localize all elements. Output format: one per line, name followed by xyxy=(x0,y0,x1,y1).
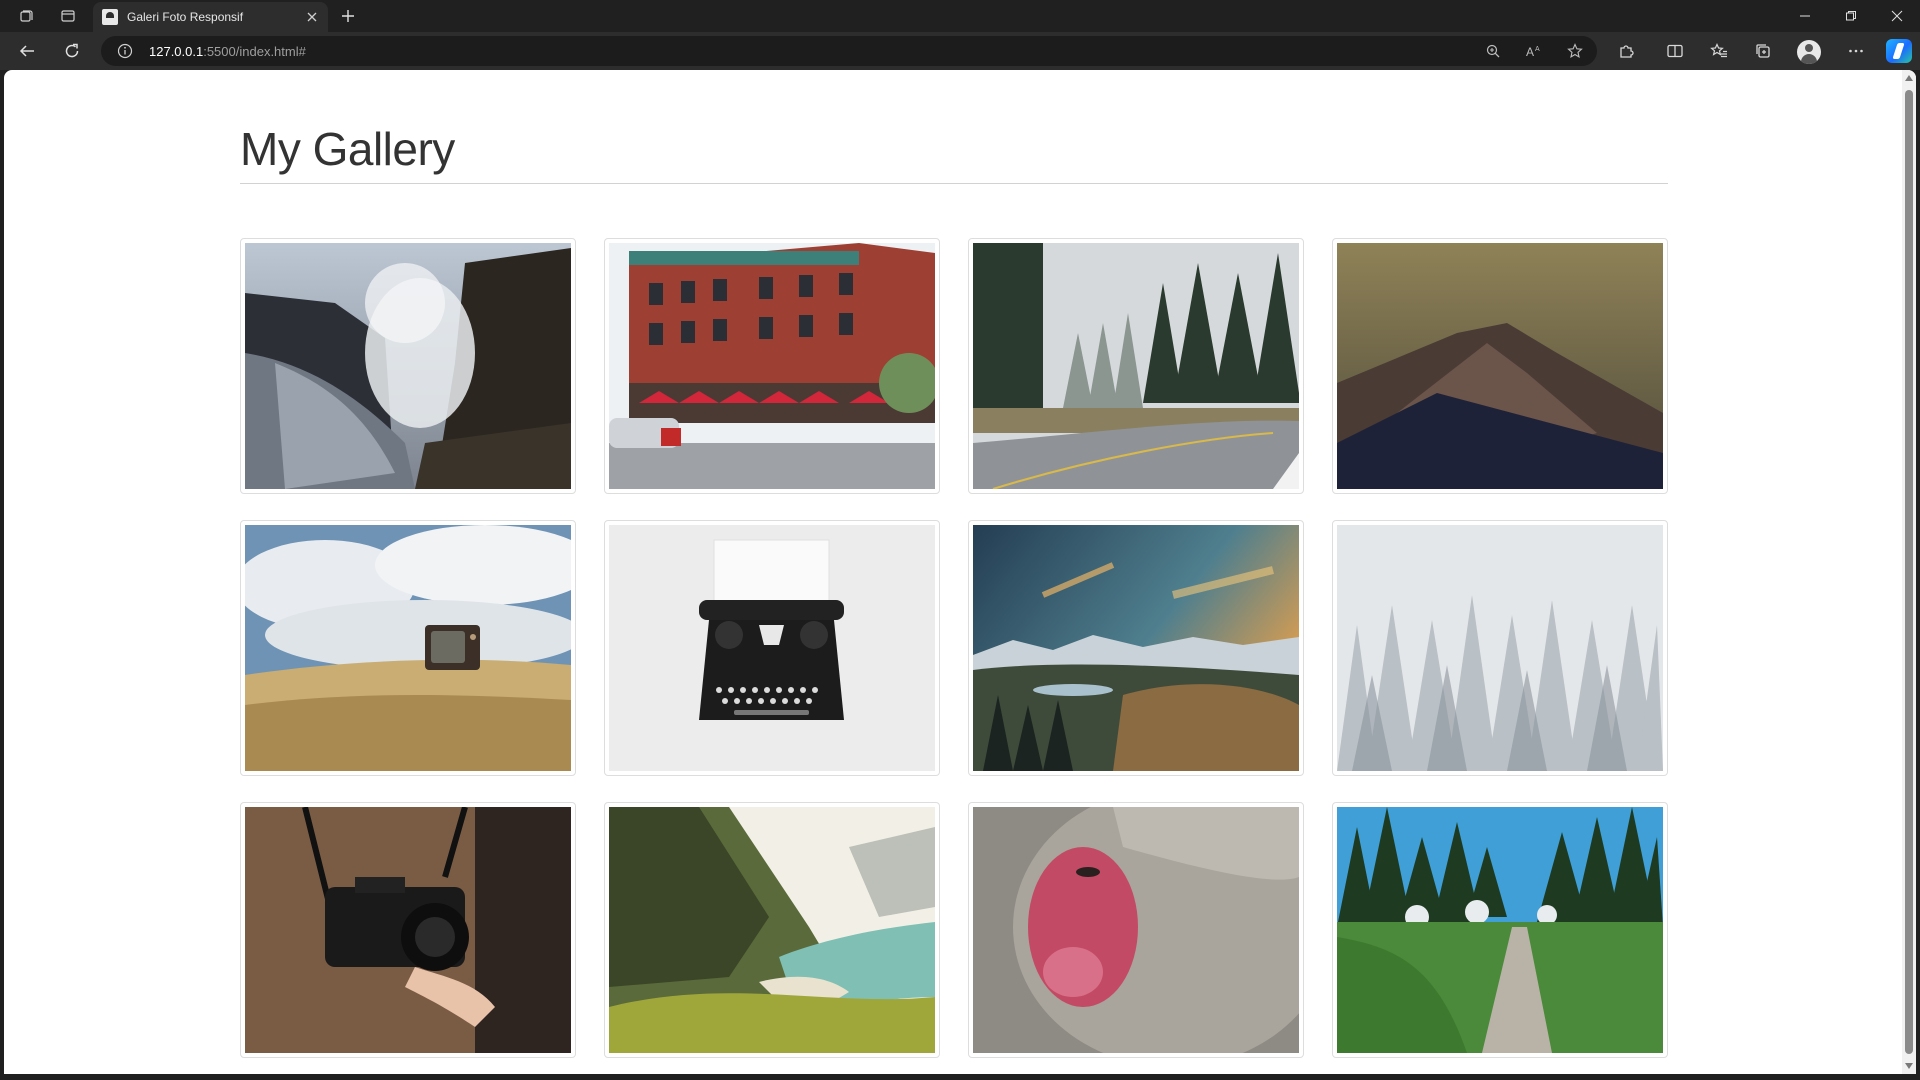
close-icon[interactable] xyxy=(304,9,320,25)
coastal-valley-beach-photo xyxy=(609,807,935,1053)
page-icon xyxy=(102,9,118,25)
gallery-image-foggy-forest-road[interactable] xyxy=(968,238,1304,494)
copilot-icon[interactable] xyxy=(1886,39,1912,63)
snow-monkey-face-photo xyxy=(973,807,1299,1053)
tab-actions-icon[interactable] xyxy=(58,6,78,26)
minimize-icon[interactable] xyxy=(1782,0,1828,32)
browser-toolbar: 127.0.0.1:5500/index.html# AA xyxy=(0,32,1920,70)
scroll-up-arrow-icon[interactable] xyxy=(1905,75,1913,81)
favorites-icon[interactable] xyxy=(1707,39,1731,63)
page-viewport: My Gallery xyxy=(4,70,1916,1074)
typewriter-photo xyxy=(609,525,935,771)
gallery-image-waterfall-mist[interactable] xyxy=(240,238,576,494)
url-text[interactable]: 127.0.0.1:5500/index.html# xyxy=(149,44,306,59)
park-path-trees-photo xyxy=(1337,807,1663,1053)
favorite-star-icon[interactable] xyxy=(1566,42,1584,60)
brick-building-cafe-photo xyxy=(609,243,935,489)
waterfall-mist-photo xyxy=(245,243,571,489)
gallery-image-typewriter[interactable] xyxy=(604,520,940,776)
active-tab[interactable]: Galeri Foto Responsif xyxy=(93,2,328,32)
read-aloud-icon[interactable]: AA xyxy=(1525,42,1543,60)
address-bar[interactable]: 127.0.0.1:5500/index.html# AA xyxy=(101,36,1597,66)
person-with-camera-photo xyxy=(245,807,571,1053)
scrollbar-thumb[interactable] xyxy=(1905,90,1913,1054)
vertical-scrollbar[interactable] xyxy=(1902,70,1916,1074)
url-path: :5500/index.html# xyxy=(203,44,306,59)
tab-title: Galeri Foto Responsif xyxy=(127,10,244,24)
svg-text:A: A xyxy=(1535,46,1540,53)
url-host: 127.0.0.1 xyxy=(149,44,204,59)
info-icon[interactable] xyxy=(117,43,133,59)
vintage-tv-on-sand-photo xyxy=(245,525,571,771)
gallery-image-snow-monkey-face[interactable] xyxy=(968,802,1304,1058)
gallery-image-snowy-forest[interactable] xyxy=(1332,520,1668,776)
gallery-image-brick-building-cafe[interactable] xyxy=(604,238,940,494)
collections-icon[interactable] xyxy=(1751,39,1775,63)
refresh-icon[interactable] xyxy=(60,39,84,63)
workspaces-icon[interactable] xyxy=(16,6,36,26)
gallery-image-person-with-camera[interactable] xyxy=(240,802,576,1058)
zoom-icon[interactable] xyxy=(1484,42,1502,60)
snowy-forest-photo xyxy=(1337,525,1663,771)
tab-strip: Galeri Foto Responsif xyxy=(0,0,1920,32)
svg-text:A: A xyxy=(1526,45,1534,59)
restore-icon[interactable] xyxy=(1828,0,1874,32)
dark-mountain-peak-photo xyxy=(1337,243,1663,489)
gallery-image-vintage-tv-on-sand[interactable] xyxy=(240,520,576,776)
profile-icon[interactable] xyxy=(1797,40,1821,64)
scroll-down-arrow-icon[interactable] xyxy=(1905,1063,1913,1069)
plus-icon[interactable] xyxy=(337,6,359,26)
gallery-image-mountain-valley-sunset[interactable] xyxy=(968,520,1304,776)
extensions-icon[interactable] xyxy=(1614,39,1638,63)
back-icon[interactable] xyxy=(15,39,39,63)
foggy-forest-road-photo xyxy=(973,243,1299,489)
page-title: My Gallery xyxy=(240,123,455,175)
gallery-image-dark-mountain-peak[interactable] xyxy=(1332,238,1668,494)
mountain-valley-sunset-photo xyxy=(973,525,1299,771)
more-icon[interactable] xyxy=(1844,39,1868,63)
split-screen-icon[interactable] xyxy=(1663,39,1687,63)
gallery-image-park-path-trees[interactable] xyxy=(1332,802,1668,1058)
window-close-icon[interactable] xyxy=(1874,0,1920,32)
title-divider xyxy=(240,183,1668,184)
gallery-image-coastal-valley-beach[interactable] xyxy=(604,802,940,1058)
